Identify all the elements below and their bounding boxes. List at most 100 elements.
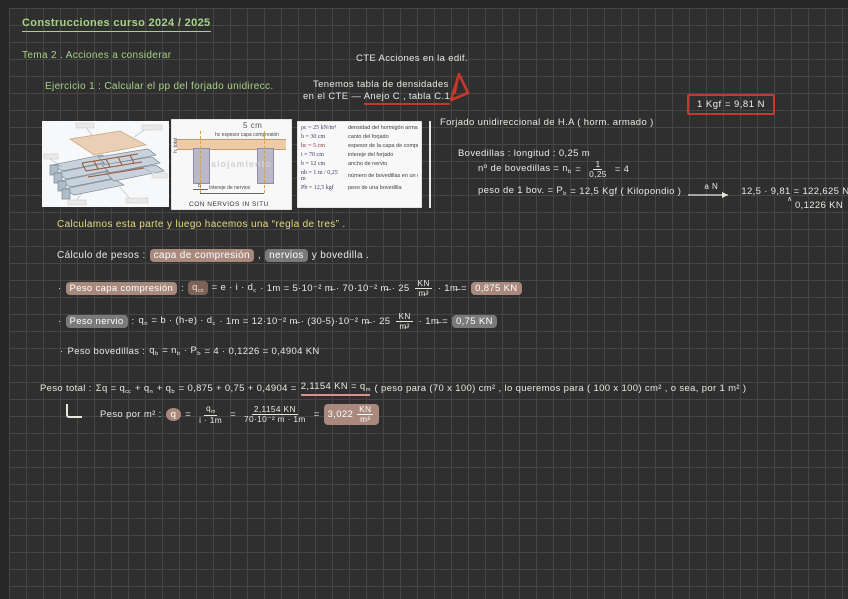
exercise-heading: Ejercicio 1 : Calcular el pp del forjado… bbox=[45, 81, 274, 92]
data-symbol: nb = 1 m / 0,25 m bbox=[301, 169, 338, 182]
cte-note: CTE Acciones en la edif. bbox=[356, 53, 468, 64]
data-description: número de bovedillas en un metro de larg… bbox=[348, 172, 418, 179]
data-symbol: b = 12 cm bbox=[301, 160, 326, 167]
qcc-symbol: qcc bbox=[188, 281, 208, 296]
peso-bovedillas-label: Peso bovedillas : bbox=[67, 345, 146, 357]
data-symbol: h = 30 cm bbox=[301, 133, 326, 140]
red-marker-doodle bbox=[449, 72, 470, 102]
section-caption: CON NERVIOS IN SITU bbox=[189, 201, 269, 208]
data-row: b = 12 cm ancho de nervio bbox=[297, 159, 422, 168]
data-row: h = 30 cm canto del forjado bbox=[297, 132, 422, 141]
total-mid: = 0,875 + 0,75 + 0,4904 = bbox=[178, 383, 297, 395]
fraction-denominator: m² bbox=[360, 414, 371, 424]
peso-nervio-line: · Peso nervio : qn = b · (h-e) · dc · 1m… bbox=[58, 312, 497, 331]
data-row: Pb = 12,5 kgf peso de una bovedilla bbox=[297, 183, 422, 192]
table-note-line1: Tenemos tabla de densidades bbox=[313, 79, 449, 90]
result-value: 3,022 bbox=[327, 409, 354, 420]
peso-newtons: 12,5 · 9,81 = 122,625 N bbox=[741, 185, 848, 197]
intereje-dimension-line bbox=[200, 193, 264, 194]
calculamos-note: Calculamos esta parte y luego hacemos un… bbox=[57, 219, 346, 230]
fraction-denominator: m̶³ bbox=[399, 320, 410, 331]
qcc-unit-fraction: KN m̶³ bbox=[415, 279, 432, 298]
qb-result: = 4 · 0,1226 = 0,4904 KN bbox=[204, 345, 320, 357]
equals-sign: = bbox=[230, 409, 236, 420]
equals-sign: = bbox=[575, 163, 582, 175]
forjado-note: Forjado unidireccional de H.A ( horm. ar… bbox=[440, 117, 654, 128]
peso-bovedillas-line: · Peso bovedillas : qb = nb · Pb = 4 · 0… bbox=[60, 345, 320, 357]
insert-caret: ∧ bbox=[787, 196, 793, 203]
qn-symbol: qn bbox=[138, 315, 148, 328]
peso-m2-label: Peso por m² : bbox=[100, 409, 162, 420]
forjado-3d-figure bbox=[42, 121, 169, 207]
arrow-label: a N bbox=[704, 182, 719, 191]
data-row: nb = 1 m / 0,25 m número de bovedillas e… bbox=[297, 168, 422, 183]
data-symbol: ρc = 25 kN/m³ bbox=[301, 124, 337, 131]
total-p1: + qn bbox=[134, 382, 153, 395]
equals-sign: = bbox=[313, 409, 320, 420]
data-description: peso de una bovedilla bbox=[348, 184, 402, 191]
final-result: 3,022 KN m² bbox=[323, 404, 380, 425]
qn-eq1b: · 1m = 12·10⁻² m̶ · (30-5)·10⁻² m̶ · 25 bbox=[219, 315, 391, 327]
equals-sign: = bbox=[185, 409, 192, 420]
data-row: hc = 5 cm espesor de la capa de compresi… bbox=[297, 141, 422, 150]
h-total-label: h: total bbox=[173, 137, 179, 153]
nb-prefix: nº de bovedillas = nb bbox=[478, 163, 572, 176]
data-description: intereje del forjado bbox=[348, 151, 394, 158]
calculo-suffix: y bovedilla . bbox=[311, 250, 370, 261]
total-label: Peso total : bbox=[40, 383, 92, 395]
total-parenthetical: ( peso para (70 x 100) cm² , lo queremos… bbox=[374, 383, 747, 395]
peso-total-line: Peso total : Σq = qcc + qn + qb = 0,875 … bbox=[40, 381, 747, 397]
highlight-nervios: nervios bbox=[265, 249, 308, 262]
qn-unit-fraction: KN m̶³ bbox=[396, 312, 413, 331]
data-symbol: Pb = 12,5 kgf bbox=[301, 184, 334, 191]
qcc-eq1b: · 1m = 5·10⁻² m̶ · 70·10⁻² m̶ · 25 bbox=[260, 282, 410, 294]
q-symbol-circled: q bbox=[165, 408, 182, 421]
qcc-eq1: = e · i · dc bbox=[211, 282, 257, 295]
peso-por-m2-line: Peso por m² : q = qm i · 1m = 2,1154 KN … bbox=[100, 404, 380, 425]
peso-mid: = 12,5 Kgf ( Kilopondio ) bbox=[570, 185, 682, 197]
highlight-peso-nervio: Peso nervio bbox=[65, 314, 128, 328]
total-result: 2,1154 KN = qm bbox=[300, 381, 371, 397]
calculo-pesos-line: Cálculo de pesos : capa de compresión , … bbox=[57, 249, 369, 262]
qb-eqb: · Pb bbox=[184, 345, 201, 358]
bullet: · bbox=[58, 315, 62, 327]
highlight-peso-capa: Peso capa compresión bbox=[65, 281, 178, 295]
data-description: densidad del hormigón armado bbox=[348, 124, 418, 131]
table-note-reference: Anejo C , tabla C.1 bbox=[363, 91, 451, 105]
forjado-3d-drawing bbox=[42, 121, 169, 207]
qcc-result: 0,875 KN bbox=[471, 281, 522, 295]
total-p2: + qb bbox=[156, 382, 175, 395]
peso-capa-compresion-line: · Peso capa compresión : qcc = e · i · d… bbox=[58, 279, 522, 298]
table-note-line2: en el CTE — Anejo C , tabla C.1 bbox=[303, 91, 451, 105]
highlight-capa-compresion: capa de compresión bbox=[149, 249, 254, 262]
handwritten-5cm-annotation: 5 cm bbox=[243, 121, 263, 130]
calculo-label: Cálculo de pesos : bbox=[57, 250, 146, 261]
bovedillas-title: Bovedillas : longitud : 0,25 m bbox=[458, 148, 590, 159]
total-sum: Σq = qcc bbox=[95, 382, 131, 395]
fraction-denominator: 0,25 bbox=[589, 168, 607, 179]
num-bovedillas-line: nº de bovedillas = nb = 1 0,25 = 4 bbox=[478, 160, 629, 179]
result-unit-fraction: KN m² bbox=[357, 405, 374, 424]
fraction-denominator: 70·10⁻² m · 1m bbox=[244, 414, 306, 424]
data-row: i = 70 cm intereje del forjado bbox=[297, 150, 422, 159]
data-symbol: hc = 5 cm bbox=[301, 142, 325, 149]
section-figure: 5 cm hc espesor capa compresión h: total… bbox=[171, 119, 292, 210]
bullet: · bbox=[58, 282, 62, 294]
qn-eq2: · 1m̶ = bbox=[418, 315, 449, 327]
watermark-text: alojamiento bbox=[211, 159, 273, 169]
peso-kn: 0,1226 KN bbox=[795, 200, 844, 211]
comma: , bbox=[257, 250, 262, 261]
qm-over-i-fraction: qm i · 1m bbox=[197, 404, 224, 425]
intereje-label: Intereje de nervios bbox=[209, 185, 251, 191]
course-title: Construcciones curso 2024 / 2025 bbox=[22, 17, 211, 32]
peso-bovedilla-line: peso de 1 bov. = Pb = 12,5 Kgf ( Kilopon… bbox=[478, 183, 848, 199]
topic-heading: Tema 2 . Acciones a considerar bbox=[22, 50, 172, 61]
kgf-conversion-box: 1 Kgf = 9,81 N bbox=[687, 94, 775, 115]
data-values-panel: ρc = 25 kN/m³ densidad del hormigón arma… bbox=[297, 121, 422, 208]
bullet: · bbox=[60, 345, 64, 357]
nb-result: = 4 bbox=[614, 163, 630, 175]
nervio-left bbox=[193, 148, 210, 184]
fraction-denominator: i · 1m bbox=[199, 415, 223, 426]
data-row: ρc = 25 kN/m³ densidad del hormigón arma… bbox=[297, 123, 422, 132]
data-description: ancho de nervio bbox=[348, 160, 388, 167]
